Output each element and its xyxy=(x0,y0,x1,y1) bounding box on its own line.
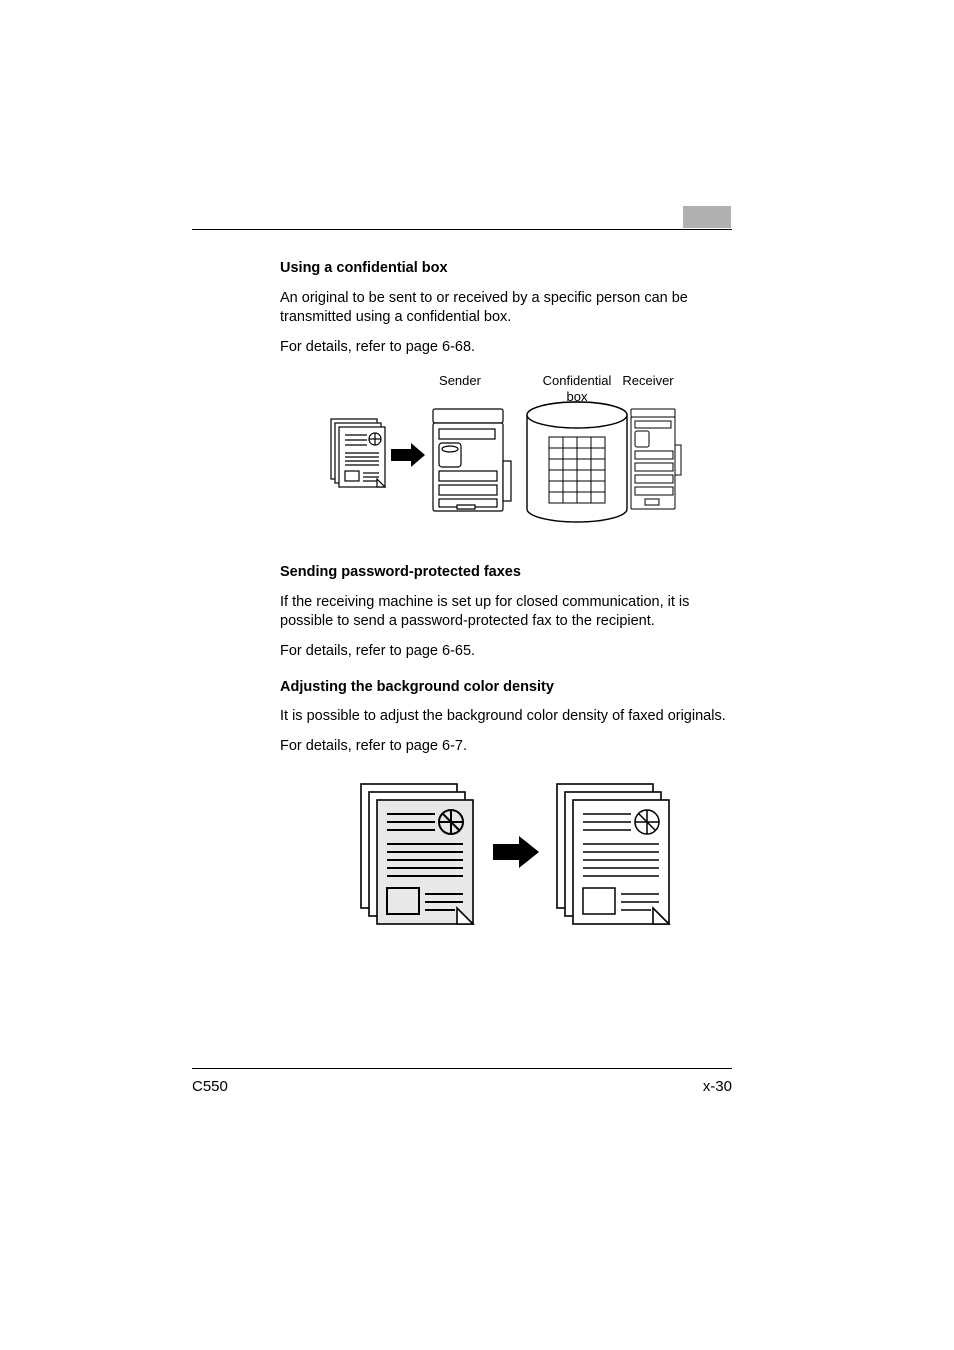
page-content: Using a confidential box An original to … xyxy=(280,259,730,952)
arrow-icon xyxy=(493,836,539,868)
section-confidential-box: Using a confidential box An original to … xyxy=(280,259,730,541)
arrow-icon xyxy=(391,443,425,467)
footer-page-number: x-30 xyxy=(703,1078,732,1095)
header-accent-bar xyxy=(683,206,731,228)
header-rule xyxy=(192,229,732,230)
para-confidential-ref: For details, refer to page 6-68. xyxy=(280,338,730,358)
label-confidential-1: Confidential xyxy=(543,373,612,388)
footer-rule xyxy=(192,1068,732,1069)
heading-password-fax: Sending password-protected faxes xyxy=(280,563,730,583)
figure-bg-density xyxy=(280,770,730,930)
label-sender: Sender xyxy=(439,373,482,388)
document-dark-icon xyxy=(361,784,473,924)
section-bg-density: Adjusting the background color density I… xyxy=(280,678,730,931)
document-light-icon xyxy=(557,784,669,924)
page-footer: C550 x-30 xyxy=(192,1078,732,1095)
para-password-desc: If the receiving machine is set up for c… xyxy=(280,593,730,632)
figure-confidential-flow: Sender Confidential box Receiver xyxy=(280,371,730,541)
section-password-fax: Sending password-protected faxes If the … xyxy=(280,563,730,661)
heading-confidential-box: Using a confidential box xyxy=(280,259,730,279)
para-bg-desc: It is possible to adjust the background … xyxy=(280,707,730,727)
printer-receiver-icon xyxy=(631,409,681,509)
label-receiver: Receiver xyxy=(622,373,674,388)
diagram-bg-density xyxy=(325,770,685,930)
para-password-ref: For details, refer to page 6-65. xyxy=(280,642,730,662)
para-confidential-desc: An original to be sent to or received by… xyxy=(280,289,730,328)
footer-model: C550 xyxy=(192,1078,228,1095)
document-stack-icon xyxy=(331,419,385,487)
diagram-confidential-flow: Sender Confidential box Receiver xyxy=(325,371,685,541)
para-bg-ref: For details, refer to page 6-7. xyxy=(280,737,730,757)
database-cylinder-icon xyxy=(527,402,627,522)
printer-sender-icon xyxy=(433,409,511,511)
heading-bg-density: Adjusting the background color density xyxy=(280,678,730,698)
